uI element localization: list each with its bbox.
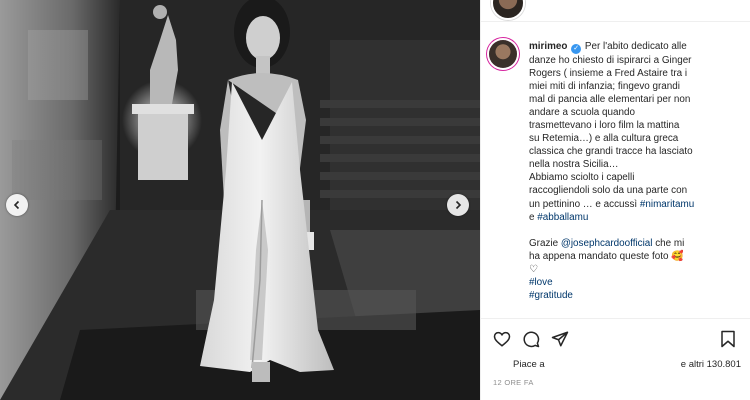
- hashtag-link[interactable]: #love: [529, 277, 553, 288]
- caption-line: mal di pancia alle elementari per non: [529, 94, 691, 106]
- post-caption: mirimeo ✓ Per l'abito dedicato alle danz…: [529, 40, 741, 316]
- caption-line: un pettinino … e accussì: [529, 198, 638, 210]
- caption-line: Abbiamo sciolto i capelli: [529, 172, 635, 184]
- caption-line: e: [529, 211, 535, 223]
- caption-line: Per l'abito dedicato alle: [584, 41, 687, 52]
- verified-badge-icon: ✓: [571, 44, 582, 54]
- post-timestamp[interactable]: 12 ORE FA: [493, 378, 534, 387]
- caption-text: Grazie: [529, 237, 559, 249]
- caption-text: che mi: [655, 237, 685, 249]
- caption-line: trasmettevano i loro film la mattina: [529, 120, 680, 132]
- avatar[interactable]: [489, 40, 517, 68]
- comment-icon[interactable]: [522, 330, 540, 348]
- username-link[interactable]: mirimeo: [529, 41, 567, 52]
- heart-icon[interactable]: [493, 330, 511, 348]
- chevron-left-icon: [13, 200, 20, 210]
- post-photo[interactable]: [0, 0, 480, 400]
- post-actions: Piace a e altri 130.801 12 ORE FA: [481, 318, 750, 400]
- post-side-panel: mirimeo ✓ Per l'abito dedicato alle danz…: [480, 0, 750, 400]
- chevron-right-icon: [455, 200, 462, 210]
- header-strip: [481, 0, 750, 22]
- post-photo-image: [0, 0, 480, 400]
- hashtag-link[interactable]: #abballamu: [537, 212, 588, 223]
- likes-summary[interactable]: Piace a e altri 130.801: [491, 359, 741, 370]
- caption-line: su Retemia…) e alla cultura greca: [529, 133, 679, 145]
- caption-line: andare a scuola quando: [529, 107, 635, 119]
- smiling-face-hearts-icon: 🥰: [671, 250, 684, 262]
- bookmark-icon[interactable]: [719, 330, 737, 348]
- white-heart-icon: ♡: [529, 263, 538, 275]
- caption-line: nella nostra Sicilia…: [529, 159, 619, 171]
- mention-link[interactable]: @josephcardoofficial: [561, 238, 653, 249]
- caption-text: ha appena mandato queste foto: [529, 250, 669, 262]
- share-icon[interactable]: [551, 330, 569, 348]
- caption-line: raccogliendoli solo da una parte con: [529, 185, 688, 197]
- next-photo-button[interactable]: [447, 194, 469, 216]
- caption-line: Rogers ( insieme a Fred Astaire tra i: [529, 68, 688, 80]
- header-avatar[interactable]: [491, 0, 525, 20]
- caption-line: danze ho chiesto di ispirarci a Ginger: [529, 55, 692, 66]
- hashtag-link[interactable]: #nimaritamu: [640, 199, 694, 210]
- likes-text: Piace a: [513, 359, 545, 370]
- previous-photo-button[interactable]: [6, 194, 28, 216]
- hashtag-link[interactable]: #gratitude: [529, 290, 573, 301]
- caption-line: miei miti di infanzia; fingevo grandi: [529, 81, 680, 93]
- likes-count[interactable]: e altri 130.801: [681, 359, 741, 370]
- caption-line: classica che grandi tracce ha lasciato: [529, 146, 693, 158]
